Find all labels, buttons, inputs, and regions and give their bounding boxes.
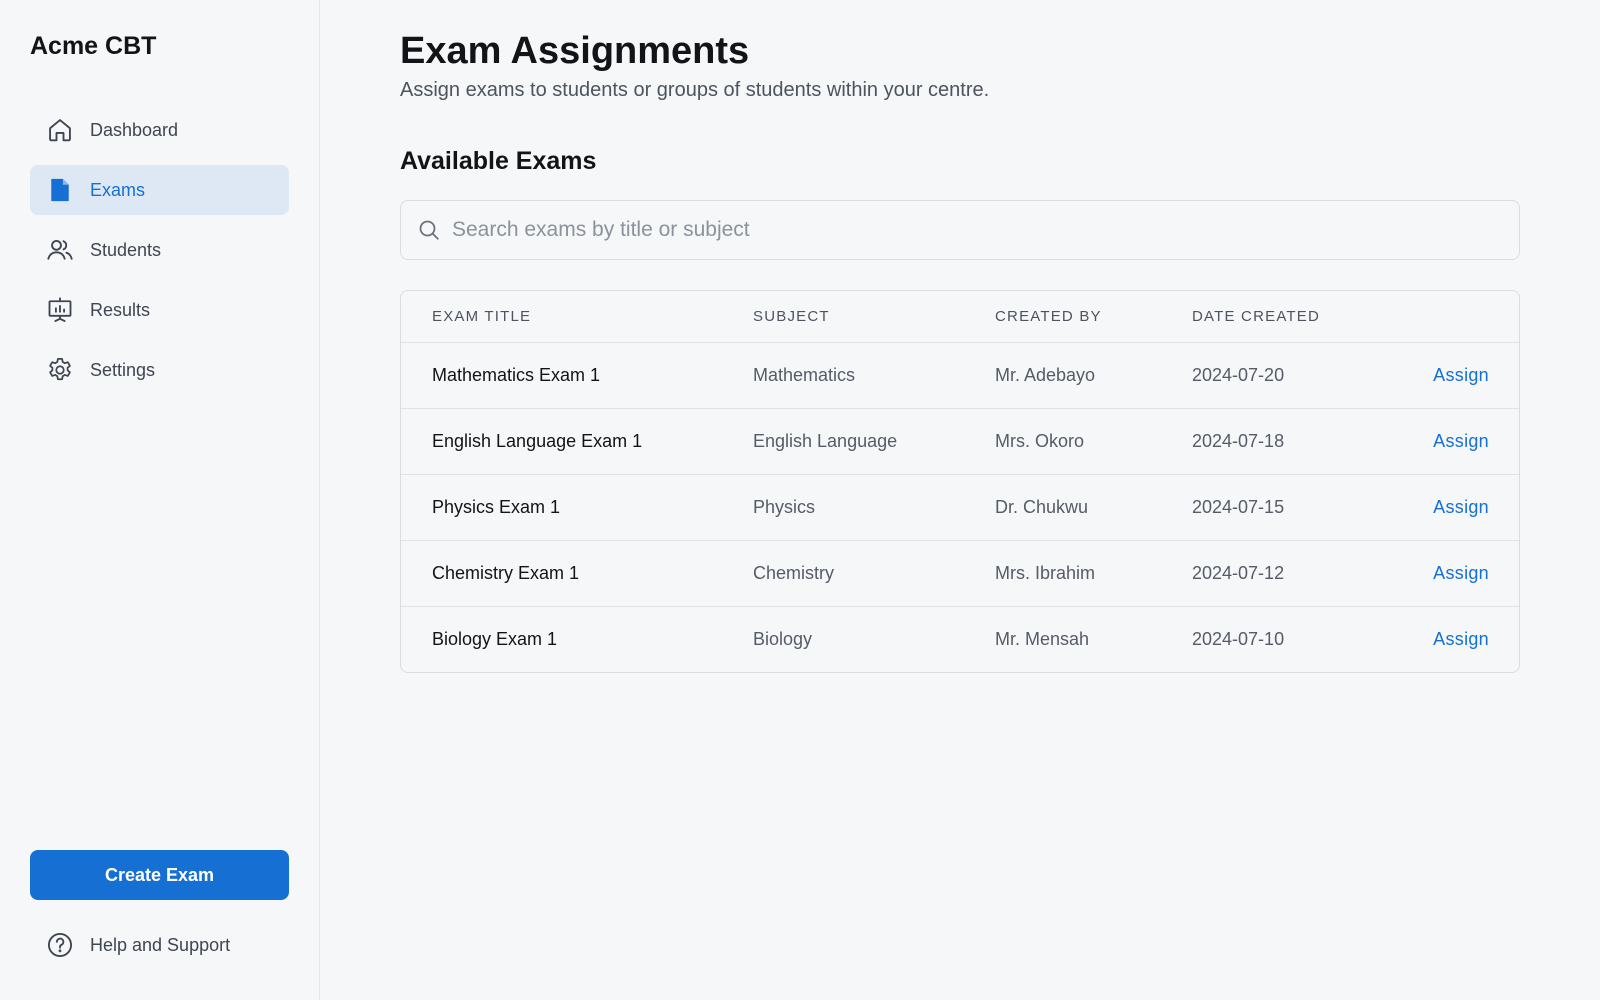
created-by-cell: Mrs. Okoro bbox=[995, 431, 1085, 451]
search-bar bbox=[400, 200, 1520, 260]
column-header-subject: SUBJECT bbox=[753, 308, 830, 325]
column-header-date-created: DATE CREATED bbox=[1192, 308, 1321, 325]
sidebar-item-settings[interactable]: Settings bbox=[30, 345, 289, 395]
sidebar-item-label: Dashboard bbox=[90, 119, 179, 140]
exam-title-cell: Physics Exam 1 bbox=[432, 497, 561, 517]
created-by-cell: Mr. Adebayo bbox=[995, 365, 1096, 385]
subject-cell: Physics bbox=[753, 497, 816, 517]
subject-cell: Chemistry bbox=[753, 563, 835, 583]
created-by-cell: Mrs. Ibrahim bbox=[995, 563, 1096, 583]
gear-icon bbox=[45, 355, 75, 385]
assign-link[interactable]: Assign bbox=[1433, 343, 1489, 408]
created-by-cell: Mr. Mensah bbox=[995, 629, 1090, 649]
help-label: Help and Support bbox=[90, 934, 231, 955]
sidebar-item-exams[interactable]: Exams bbox=[30, 165, 289, 215]
table-row: Chemistry Exam 1 Chemistry Mrs. Ibrahim … bbox=[401, 540, 1519, 606]
section-title: Available Exams bbox=[400, 147, 597, 175]
date-created-cell: 2024-07-15 bbox=[1192, 497, 1285, 517]
table-row: Physics Exam 1 Physics Dr. Chukwu 2024-0… bbox=[401, 474, 1519, 540]
presentation-chart-icon bbox=[45, 295, 75, 325]
subject-cell: Mathematics bbox=[753, 365, 856, 385]
subject-cell: English Language bbox=[753, 431, 898, 451]
sidebar: Acme CBT Dashboard Exams Students Result… bbox=[0, 0, 320, 1000]
home-icon bbox=[45, 115, 75, 145]
sidebar-item-label: Students bbox=[90, 239, 162, 260]
users-icon bbox=[45, 235, 75, 265]
page-title: Exam Assignments bbox=[400, 30, 750, 72]
page-subtitle: Assign exams to students or groups of st… bbox=[400, 79, 990, 101]
exams-table: EXAM TITLE SUBJECT CREATED BY DATE CREAT… bbox=[400, 290, 1520, 673]
column-header-created-by: CREATED BY bbox=[995, 308, 1102, 325]
exam-title-cell: Mathematics Exam 1 bbox=[432, 365, 601, 385]
table-row: Biology Exam 1 Biology Mr. Mensah 2024-0… bbox=[401, 606, 1519, 672]
search-icon bbox=[416, 217, 442, 243]
search-input[interactable] bbox=[452, 218, 1452, 242]
sidebar-item-label: Settings bbox=[90, 359, 156, 380]
exam-title-cell: Biology Exam 1 bbox=[432, 629, 558, 649]
sidebar-item-label: Exams bbox=[90, 179, 146, 200]
document-icon bbox=[45, 175, 75, 205]
date-created-cell: 2024-07-10 bbox=[1192, 629, 1285, 649]
sidebar-item-dashboard[interactable]: Dashboard bbox=[30, 105, 289, 155]
sidebar-nav: Dashboard Exams Students Results Setting… bbox=[30, 105, 289, 405]
help-and-support-link[interactable]: Help and Support bbox=[45, 930, 230, 960]
created-by-cell: Dr. Chukwu bbox=[995, 497, 1089, 517]
table-row: English Language Exam 1 English Language… bbox=[401, 408, 1519, 474]
sidebar-item-students[interactable]: Students bbox=[30, 225, 289, 275]
exam-title-cell: English Language Exam 1 bbox=[432, 431, 643, 451]
assign-link[interactable]: Assign bbox=[1433, 541, 1489, 606]
table-row: Mathematics Exam 1 Mathematics Mr. Adeba… bbox=[401, 342, 1519, 408]
assign-link[interactable]: Assign bbox=[1433, 475, 1489, 540]
sidebar-item-results[interactable]: Results bbox=[30, 285, 289, 335]
date-created-cell: 2024-07-12 bbox=[1192, 563, 1285, 583]
brand-logo-text: Acme CBT bbox=[30, 32, 157, 60]
assign-link[interactable]: Assign bbox=[1433, 607, 1489, 672]
assign-link[interactable]: Assign bbox=[1433, 409, 1489, 474]
help-circle-icon bbox=[45, 930, 75, 960]
create-exam-button[interactable]: Create Exam bbox=[30, 850, 289, 900]
date-created-cell: 2024-07-20 bbox=[1192, 365, 1285, 385]
column-header-exam-title: EXAM TITLE bbox=[432, 308, 532, 325]
date-created-cell: 2024-07-18 bbox=[1192, 431, 1285, 451]
subject-cell: Biology bbox=[753, 629, 813, 649]
exam-title-cell: Chemistry Exam 1 bbox=[432, 563, 580, 583]
table-header-row: EXAM TITLE SUBJECT CREATED BY DATE CREAT… bbox=[401, 291, 1519, 342]
sidebar-item-label: Results bbox=[90, 299, 151, 320]
